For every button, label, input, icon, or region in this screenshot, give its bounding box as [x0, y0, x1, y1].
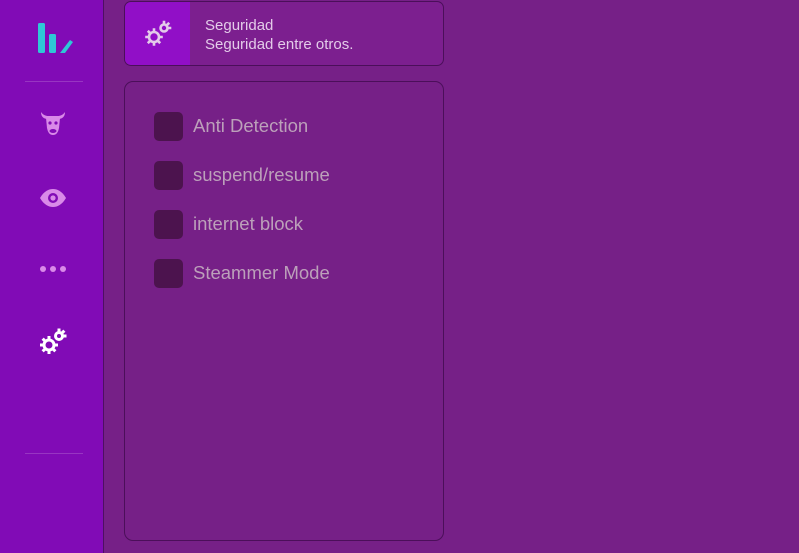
- option-suspend-resume[interactable]: suspend/resume: [154, 160, 330, 190]
- gears-icon: [144, 20, 171, 46]
- section-title: Seguridad: [205, 17, 274, 34]
- option-anti-detection[interactable]: Anti Detection: [154, 111, 308, 141]
- option-label: Anti Detection: [193, 115, 309, 136]
- bar-chart-logo-icon: [38, 23, 73, 53]
- eye-icon: [40, 189, 66, 207]
- bull-icon: [41, 112, 65, 135]
- more-icon: [40, 266, 66, 272]
- option-internet-block[interactable]: internet block: [154, 209, 303, 239]
- options-panel: Anti Detection suspend/resume internet b…: [124, 81, 444, 541]
- option-label: Steammer Mode: [193, 262, 330, 283]
- internet-block-checkbox[interactable]: [154, 209, 183, 239]
- option-label: suspend/resume: [193, 164, 330, 185]
- anti-detection-checkbox[interactable]: [154, 111, 183, 141]
- sidebar: [0, 0, 104, 553]
- option-steammer-mode[interactable]: Steammer Mode: [154, 258, 330, 288]
- section-header-card: Seguridad Seguridad entre otros.: [124, 1, 444, 66]
- sidebar-item-more[interactable]: [27, 251, 79, 287]
- sidebar-item-settings[interactable]: [27, 324, 79, 360]
- section-subtitle: Seguridad entre otros.: [205, 36, 354, 53]
- sidebar-item-eye[interactable]: [27, 180, 79, 216]
- suspend-resume-checkbox[interactable]: [154, 160, 183, 190]
- option-label: internet block: [193, 213, 304, 234]
- steammer-mode-checkbox[interactable]: [154, 258, 183, 288]
- sidebar-divider-bottom: [25, 453, 83, 454]
- gears-icon: [40, 328, 67, 354]
- header-icon-box: [125, 2, 190, 65]
- sidebar-divider-top: [25, 81, 83, 82]
- sidebar-item-bull[interactable]: [27, 105, 79, 141]
